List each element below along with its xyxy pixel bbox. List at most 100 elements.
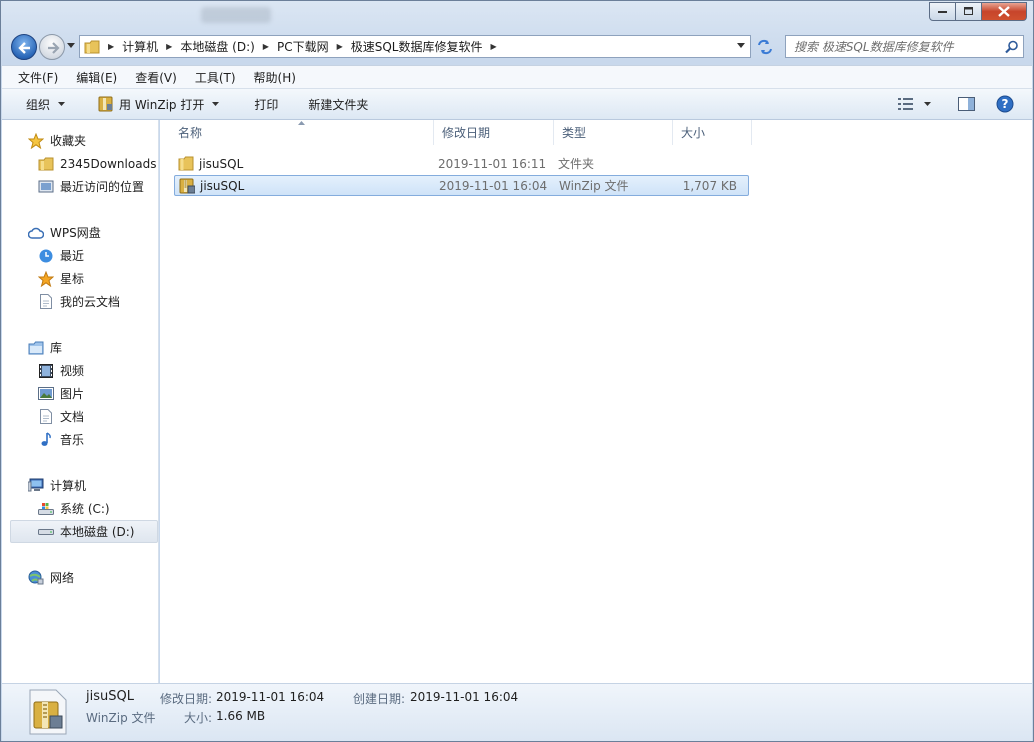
picture-icon: [38, 386, 54, 402]
preview-pane-icon: [958, 96, 975, 111]
folder-icon: [80, 40, 100, 54]
details-created-label: 创建日期:: [353, 692, 406, 706]
chevron-right-icon[interactable]: ▶: [329, 42, 351, 51]
sidebar-item-music[interactable]: 音乐: [2, 428, 159, 451]
close-icon: [998, 6, 1010, 17]
details-pane: jisuSQL WinZip 文件 修改日期: 2019-11-01 16:04…: [2, 683, 1032, 741]
window-title-blurred: [201, 7, 271, 23]
menu-bar: 文件(F) 编辑(E) 查看(V) 工具(T) 帮助(H): [2, 65, 1032, 89]
recent-pages-chevron-icon[interactable]: [67, 43, 76, 49]
print-button[interactable]: 打印: [232, 89, 290, 119]
sidebar-item-drive-d[interactable]: 本地磁盘 (D:): [10, 520, 158, 543]
address-history-chevron-icon[interactable]: [737, 43, 746, 49]
network-icon: [28, 570, 44, 586]
sidebar-item-libraries[interactable]: 库: [2, 336, 159, 359]
navigation-pane: 收藏夹 2345Downloads 最近访问的位置 WPS网盘 最近 星标 我的…: [2, 120, 159, 683]
maximize-button[interactable]: [956, 2, 982, 21]
forward-arrow-icon: [48, 42, 60, 54]
breadcrumb-drive-d[interactable]: ▶ 本地磁盘 (D:): [158, 36, 255, 57]
menu-edit[interactable]: 编辑(E): [64, 69, 123, 86]
details-file-name: jisuSQL: [86, 689, 134, 704]
winzip-icon: [98, 96, 113, 112]
sidebar-item-wps-cloud-docs[interactable]: 我的云文档: [2, 290, 159, 313]
forward-button[interactable]: [39, 34, 65, 60]
chevron-right-icon[interactable]: ▶: [158, 42, 180, 51]
sidebar-item-network[interactable]: 网络: [2, 566, 159, 589]
explorer-window: ▶ 计算机 ▶ 本地磁盘 (D:) ▶ PC下载网 ▶ 极速SQL数据库修复软件…: [0, 0, 1034, 742]
column-header-type[interactable]: 类型: [554, 120, 673, 145]
title-bar[interactable]: [1, 1, 1033, 31]
star-icon: [28, 132, 44, 149]
breadcrumb-computer[interactable]: ▶ 计算机: [100, 36, 158, 57]
search-input[interactable]: [786, 36, 996, 57]
chevron-down-icon: [212, 101, 220, 106]
chevron-right-icon[interactable]: ▶: [100, 42, 122, 51]
sidebar-item-documents[interactable]: 文档: [2, 405, 159, 428]
back-arrow-icon: [18, 42, 30, 54]
details-modified-value: 2019-11-01 16:04: [216, 690, 325, 704]
chevron-right-icon[interactable]: ▶: [482, 42, 504, 51]
search-icon[interactable]: [1005, 40, 1019, 54]
open-with-winzip-button[interactable]: 用 WinZip 打开: [78, 89, 232, 119]
menu-view[interactable]: 查看(V): [123, 69, 183, 86]
help-icon: ?: [996, 95, 1014, 113]
close-button[interactable]: [982, 2, 1027, 21]
sidebar-item-pictures[interactable]: 图片: [2, 382, 159, 405]
breadcrumb-pc-download[interactable]: ▶ PC下载网: [255, 36, 329, 57]
sidebar-item-wps-recent[interactable]: 最近: [2, 244, 159, 267]
sidebar-item-wps-cloud[interactable]: WPS网盘: [2, 221, 159, 244]
menu-help[interactable]: 帮助(H): [242, 69, 302, 86]
refresh-button[interactable]: [753, 35, 777, 58]
new-folder-button[interactable]: 新建文件夹: [290, 89, 380, 119]
sidebar-item-favorites[interactable]: 收藏夹: [2, 129, 159, 152]
file-list-pane: 名称 修改日期 类型 大小 jisuSQL 2019-11-01 16:11 文…: [160, 120, 1032, 683]
sidebar-item-recent-places[interactable]: 最近访问的位置: [2, 175, 159, 198]
sidebar-item-wps-starred[interactable]: 星标: [2, 267, 159, 290]
caption-buttons: [929, 2, 1027, 21]
column-header-date[interactable]: 修改日期: [434, 120, 554, 145]
refresh-icon: [758, 39, 772, 54]
file-type: 文件夹: [558, 157, 595, 171]
winzip-large-icon: [29, 689, 67, 735]
library-icon: [28, 340, 44, 356]
details-created-value: 2019-11-01 16:04: [410, 690, 519, 704]
help-button[interactable]: ?: [996, 95, 1014, 113]
file-row-winzip[interactable]: jisuSQL 2019-11-01 16:04 WinZip 文件 1,707…: [174, 175, 749, 196]
file-row-folder[interactable]: jisuSQL 2019-11-01 16:11 文件夹: [174, 153, 749, 174]
minimize-icon: [937, 10, 947, 13]
menu-tools[interactable]: 工具(T): [183, 69, 242, 86]
back-button[interactable]: [11, 34, 37, 60]
sort-ascending-icon: [298, 121, 305, 125]
column-header-size[interactable]: 大小: [673, 120, 752, 145]
chevron-down-icon: [924, 101, 931, 106]
organize-button[interactable]: 组织: [2, 89, 78, 119]
address-row: ▶ 计算机 ▶ 本地磁盘 (D:) ▶ PC下载网 ▶ 极速SQL数据库修复软件…: [1, 31, 1033, 63]
change-view-button[interactable]: [898, 98, 932, 110]
view-controls: ?: [888, 89, 1032, 119]
computer-icon: [28, 478, 44, 494]
star-icon: [38, 270, 54, 287]
file-type: WinZip 文件: [559, 179, 629, 193]
sidebar-item-2345downloads[interactable]: 2345Downloads: [2, 152, 159, 175]
menu-file[interactable]: 文件(F): [6, 69, 64, 86]
file-name: jisuSQL: [199, 156, 244, 171]
document-icon: [38, 294, 54, 310]
favorites-group: 收藏夹 2345Downloads 最近访问的位置: [2, 129, 159, 198]
chevron-right-icon[interactable]: ▶: [255, 42, 277, 51]
sidebar-item-computer[interactable]: 计算机: [2, 474, 159, 497]
music-icon: [38, 432, 54, 448]
sidebar-item-drive-c[interactable]: 系统 (C:): [2, 497, 159, 520]
folder-icon: [38, 156, 54, 172]
breadcrumb-current-folder[interactable]: ▶ 极速SQL数据库修复软件 ▶: [329, 36, 505, 57]
sidebar-item-videos[interactable]: 视频: [2, 359, 159, 382]
preview-pane-button[interactable]: [958, 96, 976, 112]
folder-icon: [178, 156, 194, 172]
minimize-button[interactable]: [929, 2, 956, 21]
column-header-name[interactable]: 名称: [170, 120, 434, 145]
column-headers: 名称 修改日期 类型 大小: [170, 120, 752, 145]
libraries-group: 库 视频 图片 文档 音乐: [2, 336, 159, 451]
search-box[interactable]: [785, 35, 1024, 58]
details-size-label: 大小:: [184, 711, 213, 725]
address-bar[interactable]: ▶ 计算机 ▶ 本地磁盘 (D:) ▶ PC下载网 ▶ 极速SQL数据库修复软件…: [79, 35, 751, 58]
details-modified-label: 修改日期:: [160, 692, 213, 706]
